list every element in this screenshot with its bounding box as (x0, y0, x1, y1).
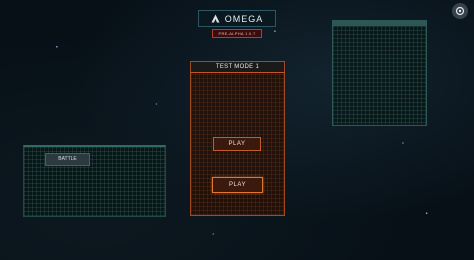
app-logo: OMEGA (198, 10, 276, 27)
settings-icon[interactable] (452, 3, 468, 19)
app-title: OMEGA (224, 13, 264, 24)
version-badge: PRE-ALPHA 1.0.7 (212, 29, 262, 38)
mode-title: TEST MODE 1 (191, 62, 284, 73)
side-panel (332, 20, 427, 126)
battle-tab[interactable]: BATTLE (45, 153, 90, 166)
play-button-2[interactable]: PLAY (212, 177, 263, 193)
play-button-1[interactable]: PLAY (213, 137, 261, 151)
omega-logo-icon (211, 14, 220, 23)
